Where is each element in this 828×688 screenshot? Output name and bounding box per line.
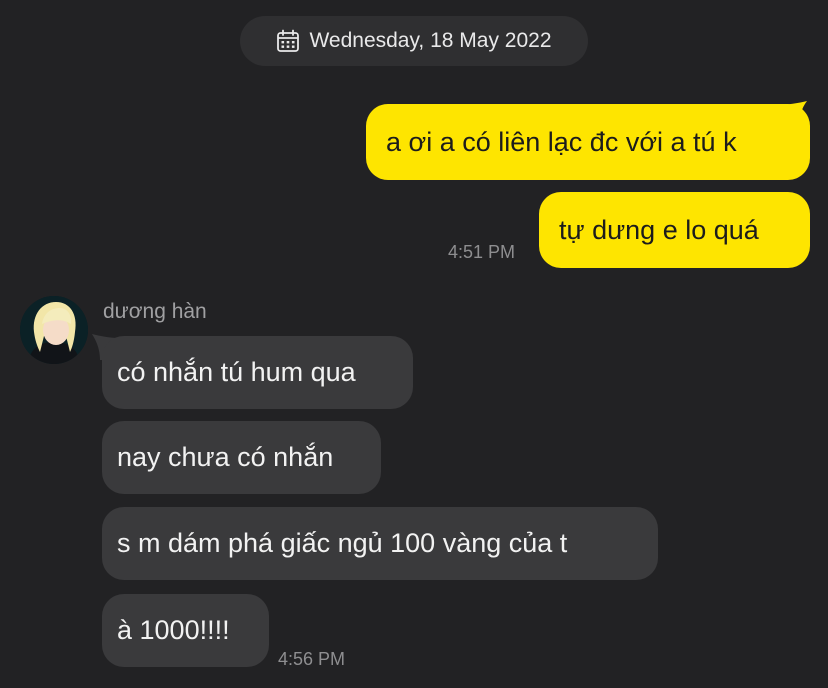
incoming-message-bubble[interactable]: có nhắn tú hum qua bbox=[102, 336, 413, 409]
incoming-timestamp: 4:56 PM bbox=[278, 649, 346, 669]
message-text: s m dám phá giấc ngủ 100 vàng của t bbox=[117, 528, 568, 558]
date-separator: Wednesday, 18 May 2022 bbox=[240, 16, 588, 66]
date-text: Wednesday, 18 May 2022 bbox=[309, 29, 552, 52]
message-text: à 1000!!!! bbox=[117, 615, 230, 645]
outgoing-message-bubble[interactable]: tự dưng e lo quá bbox=[539, 192, 810, 268]
calendar-icon bbox=[276, 29, 300, 53]
outgoing-message-bubble[interactable]: a ơi a có liên lạc đc với a tú k bbox=[366, 104, 810, 180]
message-text: nay chưa có nhắn bbox=[117, 442, 334, 472]
incoming-message-bubble[interactable]: nay chưa có nhắn bbox=[102, 421, 381, 494]
outgoing-timestamp: 4:51 PM bbox=[448, 242, 516, 262]
message-text: tự dưng e lo quá bbox=[559, 214, 759, 245]
message-text: a ơi a có liên lạc đc với a tú k bbox=[386, 126, 737, 157]
incoming-message-bubble[interactable]: à 1000!!!! bbox=[102, 594, 269, 667]
message-text: có nhắn tú hum qua bbox=[117, 357, 356, 387]
incoming-message-bubble[interactable]: s m dám phá giấc ngủ 100 vàng của t bbox=[102, 507, 658, 580]
avatar[interactable] bbox=[20, 296, 88, 364]
sender-name: dương hàn bbox=[103, 300, 207, 323]
